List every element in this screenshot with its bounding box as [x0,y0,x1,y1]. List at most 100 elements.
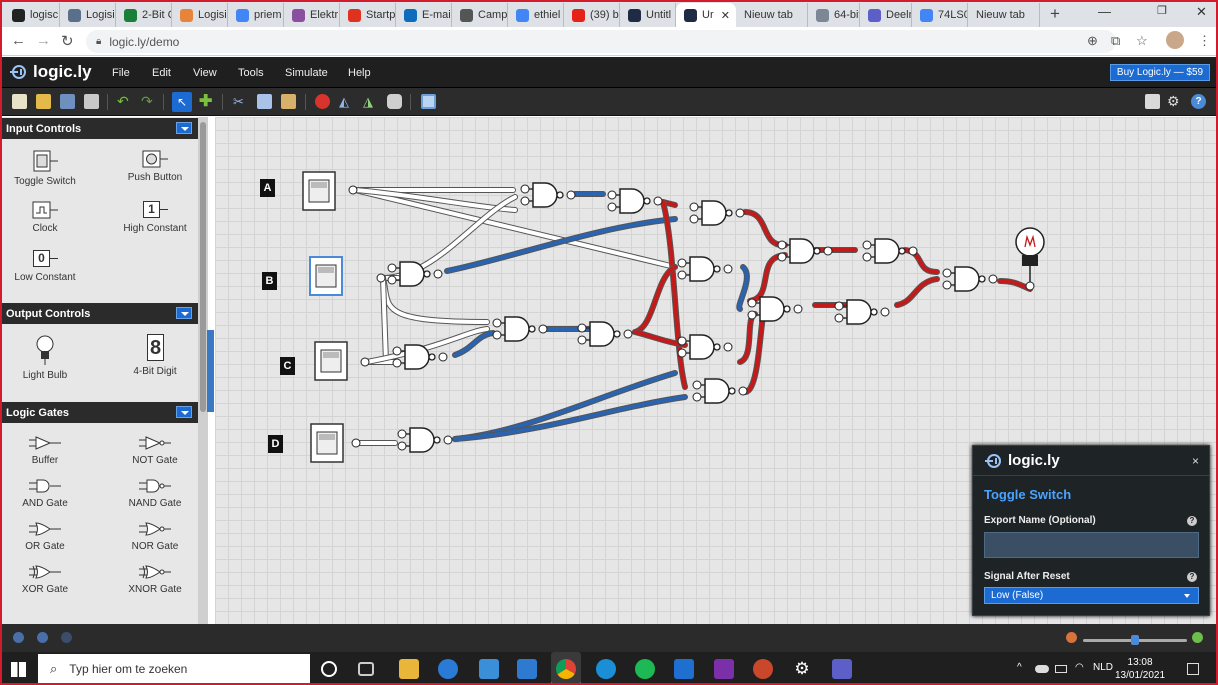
export-name-input[interactable] [984,532,1199,558]
nand-gate[interactable] [409,427,435,453]
zoom-slider-thumb[interactable] [1131,635,1139,645]
gate-output-pin[interactable] [438,352,448,362]
gate-input-pin[interactable] [492,330,502,340]
browser-tab[interactable]: ethiel [508,3,564,27]
toggle-switch-b[interactable] [309,256,343,296]
pan-tool-icon[interactable]: ✚ [199,94,214,110]
teams-icon[interactable] [832,659,852,679]
gate-output-bubble[interactable] [728,387,736,395]
browser-tab[interactable]: Nieuw tab [736,3,808,27]
gate-input-pin[interactable] [777,240,787,250]
nand-gate[interactable] [759,296,785,322]
nand-gate[interactable] [399,261,425,287]
gate-input-pin[interactable] [942,280,952,290]
palette-xnor-gate[interactable]: XNOR Gate [110,564,200,595]
gate-input-pin[interactable] [747,298,757,308]
language-indicator[interactable]: NLD [1093,662,1113,673]
nand-gate[interactable] [874,238,900,264]
gate-output-pin[interactable] [738,386,748,396]
toggle-switch-c[interactable] [314,341,348,381]
nand-gate[interactable] [689,334,715,360]
browser-tab[interactable]: Logisi [172,3,228,27]
taskbar-search-box[interactable]: ⌕ Typ hier om te zoeken [38,654,310,684]
mail-icon[interactable] [674,659,694,679]
wifi-icon[interactable]: ◠ [1075,662,1084,673]
gate-output-pin[interactable] [988,274,998,284]
windows-start-icon[interactable] [11,662,26,677]
browser-tab[interactable]: priem [228,3,284,27]
cortana-icon[interactable] [321,661,337,677]
bookmark-star-icon[interactable]: ☆ [1136,33,1148,49]
toggle-switch-d[interactable] [310,423,344,463]
gate-output-pin[interactable] [623,329,633,339]
internet-explorer-icon[interactable] [438,659,458,679]
print-icon[interactable] [84,94,99,109]
taskbar-clock[interactable]: 13:08 13/01/2021 [1115,656,1165,682]
switch-output-pin[interactable] [351,438,361,448]
gate-input-pin[interactable] [387,263,397,273]
menu-simulate[interactable]: Simulate [285,67,328,79]
pause-icon[interactable] [37,632,48,643]
gate-input-pin[interactable] [692,380,702,390]
buy-button[interactable]: Buy Logic.ly — $59 [1110,64,1210,81]
browser-tab[interactable]: 64-bit [808,3,860,27]
gate-input-pin[interactable] [392,358,402,368]
gate-output-pin[interactable] [433,269,443,279]
undo-icon[interactable]: ↶ [117,94,132,109]
notifications-icon[interactable] [1187,663,1199,675]
gate-output-bubble[interactable] [870,308,878,316]
browser-tab[interactable]: Camp [452,3,508,27]
collapse-toggle-icon[interactable] [176,122,192,134]
palette-resize-handle[interactable] [207,330,214,412]
close-tab-icon[interactable]: ✕ [721,9,730,22]
gate-output-bubble[interactable] [783,305,791,313]
browser-tab[interactable]: Logisi [60,3,116,27]
nand-gate[interactable] [619,188,645,214]
nand-gate[interactable] [404,344,430,370]
group-icon[interactable] [387,94,402,109]
switch-output-pin[interactable] [376,273,386,283]
gate-output-bubble[interactable] [433,436,441,444]
collapse-toggle-icon[interactable] [176,307,192,319]
gate-input-pin[interactable] [520,184,530,194]
minimize-icon[interactable]: — [1098,4,1111,19]
switch-output-pin[interactable] [348,185,358,195]
gate-output-bubble[interactable] [713,265,721,273]
collapse-toggle-icon[interactable] [176,406,192,418]
signal-after-reset-select[interactable]: Low (False) [984,587,1199,604]
nand-gate[interactable] [954,266,980,292]
browser-tab[interactable]: logisc [4,3,60,27]
nand-gate[interactable] [704,378,730,404]
gate-output-pin[interactable] [443,435,453,445]
palette-nand-gate[interactable]: NAND Gate [110,478,200,509]
cut-icon[interactable]: ✂ [233,94,248,109]
browser-tab[interactable]: 74LS0 [912,3,968,27]
gate-input-pin[interactable] [392,346,402,356]
menu-tools[interactable]: Tools [238,67,264,79]
delete-icon[interactable] [315,94,330,109]
browser-tab[interactable]: Startp [340,3,396,27]
save-icon[interactable] [60,94,75,109]
copy-icon[interactable] [257,94,272,109]
task-view-icon[interactable] [358,662,374,676]
gate-output-bubble[interactable] [713,343,721,351]
gate-output-pin[interactable] [793,304,803,314]
gate-output-bubble[interactable] [898,247,906,255]
nand-gate[interactable] [846,299,872,325]
palette-and-gate[interactable]: AND Gate [0,478,90,509]
output-controls-header[interactable]: Output Controls [0,303,198,324]
gate-input-pin[interactable] [689,214,699,224]
signal-help-icon[interactable]: ? [1187,572,1197,582]
nand-gate[interactable] [689,256,715,282]
nand-gate[interactable] [589,321,615,347]
gate-input-pin[interactable] [677,258,687,268]
help-icon[interactable]: ? [1191,94,1206,109]
gate-output-bubble[interactable] [423,270,431,278]
palette-nor-gate[interactable]: NOR Gate [110,521,200,552]
select-tool-icon[interactable]: ↖ [172,92,192,112]
gate-input-pin[interactable] [747,310,757,320]
tray-chevron-icon[interactable]: ^ [1017,662,1022,673]
open-folder-icon[interactable] [36,94,51,109]
gate-output-pin[interactable] [566,190,576,200]
translate-icon[interactable]: ⧉ [1111,33,1120,49]
